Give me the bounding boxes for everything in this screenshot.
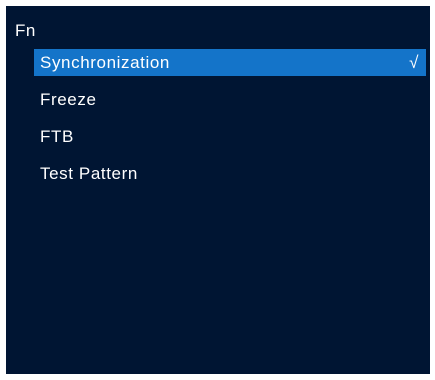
menu-item-label: Test Pattern bbox=[40, 164, 138, 183]
menu-item-label: Freeze bbox=[40, 90, 97, 109]
menu-item-label: Synchronization bbox=[40, 53, 170, 72]
menu-list: Synchronization √ Freeze FTB Test Patter… bbox=[34, 49, 426, 197]
menu-item-test-pattern[interactable]: Test Pattern bbox=[34, 160, 426, 187]
menu-title: Fn bbox=[15, 21, 36, 40]
menu-item-ftb[interactable]: FTB bbox=[34, 123, 426, 150]
menu-item-synchronization[interactable]: Synchronization √ bbox=[34, 49, 426, 76]
checkmark-icon: √ bbox=[409, 53, 419, 72]
fn-menu-screen: Fn Synchronization √ Freeze FTB Test Pat… bbox=[6, 6, 430, 374]
menu-item-freeze[interactable]: Freeze bbox=[34, 86, 426, 113]
menu-item-label: FTB bbox=[40, 127, 74, 146]
